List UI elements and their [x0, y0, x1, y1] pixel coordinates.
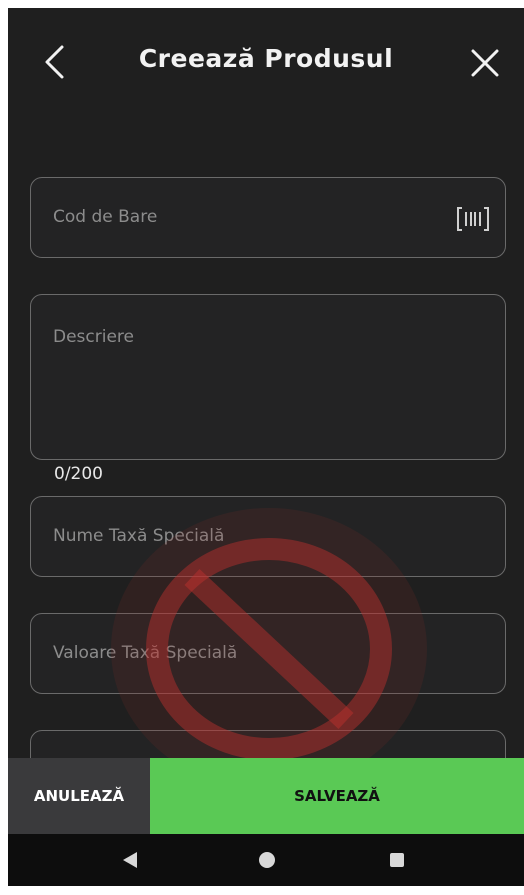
- close-icon: [471, 49, 499, 77]
- app-screen: Creează Produsul Cod de Bare Descriere 0…: [8, 8, 524, 886]
- header: Creează Produsul: [8, 8, 524, 112]
- nav-back-icon[interactable]: [122, 851, 138, 869]
- description-field[interactable]: Descriere: [30, 294, 506, 460]
- description-placeholder: Descriere: [53, 327, 134, 347]
- cancel-button[interactable]: ANULEAZĂ: [8, 758, 150, 834]
- special-tax-name-placeholder: Nume Taxă Specială: [53, 526, 225, 546]
- special-tax-value-field[interactable]: Valoare Taxă Specială: [30, 613, 506, 694]
- barcode-field[interactable]: Cod de Bare: [30, 177, 506, 258]
- nav-recents-icon[interactable]: [390, 853, 404, 867]
- barcode-scan-icon[interactable]: [455, 204, 491, 234]
- special-tax-value-placeholder: Valoare Taxă Specială: [53, 643, 238, 663]
- special-tax-name-field[interactable]: Nume Taxă Specială: [30, 496, 506, 577]
- description-char-counter: 0/200: [54, 464, 103, 484]
- nav-home-icon[interactable]: [259, 852, 275, 868]
- page-title: Creează Produsul: [138, 44, 394, 73]
- system-navigation-bar: [8, 834, 524, 886]
- barcode-placeholder: Cod de Bare: [53, 207, 158, 227]
- save-button[interactable]: SALVEAZĂ: [150, 758, 524, 834]
- close-button[interactable]: [464, 42, 506, 84]
